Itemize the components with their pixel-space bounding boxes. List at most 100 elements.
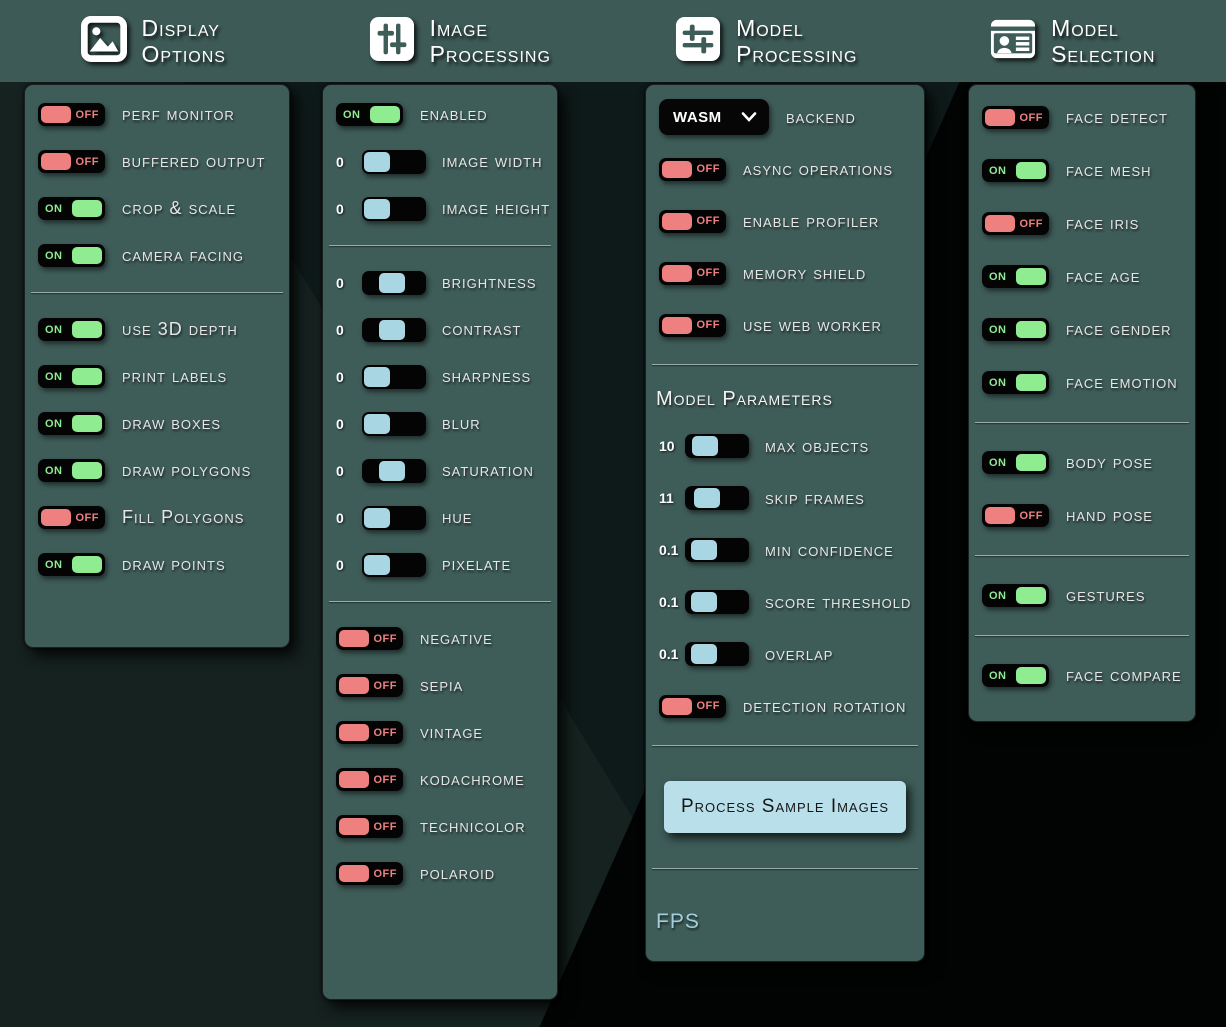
toggle-technicolor[interactable]: OFF (336, 815, 403, 838)
slider-handle[interactable] (364, 367, 390, 387)
toggle-polaroid[interactable]: OFF (336, 862, 403, 885)
toggle-draw-boxes[interactable]: ON (38, 412, 105, 435)
toggle-knob (662, 698, 692, 715)
slider-max-objects[interactable] (685, 434, 749, 458)
toggle-draw-polygons[interactable]: ON (38, 459, 105, 482)
toggle-crop-scale[interactable]: ON (38, 197, 105, 220)
toggle-face-emotion[interactable]: ON (982, 371, 1049, 394)
toggle-state-label: OFF (374, 868, 398, 880)
slider-skip-frames[interactable] (685, 486, 749, 510)
toggle-fill-polygons[interactable]: OFF (38, 506, 105, 529)
toggle-detection-rotation[interactable]: OFF (659, 695, 726, 718)
toggle-state-label: OFF (374, 633, 398, 645)
toggle-buffered-output[interactable]: OFF (38, 150, 105, 173)
toggle-perf-monitor[interactable]: OFF (38, 103, 105, 126)
slider-sharpness[interactable] (362, 365, 426, 389)
toggle-face-age[interactable]: ON (982, 265, 1049, 288)
slider-handle[interactable] (364, 508, 390, 528)
slider-handle[interactable] (364, 199, 390, 219)
toggle-knob (339, 771, 369, 788)
slider-hue[interactable] (362, 506, 426, 530)
toggle-camera-facing[interactable]: ON (38, 244, 105, 267)
slider-overlap[interactable] (685, 642, 749, 666)
row-overlap: 0.1overlap (646, 628, 924, 680)
row-crop-scale: ONcrop & scale (25, 185, 289, 232)
slider-image-width[interactable] (362, 150, 426, 174)
toggle-negative[interactable]: OFF (336, 627, 403, 650)
item-label: enabled (420, 104, 488, 125)
slider-handle[interactable] (691, 592, 717, 612)
toggle-state-label: OFF (697, 215, 721, 227)
item-label: draw polygons (122, 460, 251, 481)
toggle-state-label: ON (989, 377, 1007, 389)
toggle-use-3d-depth[interactable]: ON (38, 318, 105, 341)
toggle-knob (662, 213, 692, 230)
slider-handle[interactable] (379, 273, 405, 293)
slider-pixelate[interactable] (362, 553, 426, 577)
toggle-face-mesh[interactable]: ON (982, 159, 1049, 182)
toggle-use-web-worker[interactable]: OFF (659, 314, 726, 337)
toggle-knob (985, 109, 1015, 126)
toggle-state-label: ON (989, 271, 1007, 283)
toggle-face-compare[interactable]: ON (982, 664, 1049, 687)
slider-brightness[interactable] (362, 271, 426, 295)
toggle-face-iris[interactable]: OFF (982, 212, 1049, 235)
row-saturation: 0saturation (323, 447, 557, 494)
slider-min-confidence[interactable] (685, 538, 749, 562)
item-label: camera facing (122, 245, 244, 266)
item-label: face emotion (1066, 372, 1178, 393)
header-image-processing: ImageProcessing (307, 15, 614, 67)
process-sample-images-button[interactable]: Process Sample Images (664, 781, 906, 833)
toggle-vintage[interactable]: OFF (336, 721, 403, 744)
slider-saturation[interactable] (362, 459, 426, 483)
toggle-draw-points[interactable]: ON (38, 553, 105, 576)
toggle-hand-pose[interactable]: OFF (982, 504, 1049, 527)
row-face-age: ONface age (969, 250, 1195, 303)
item-label: sharpness (442, 366, 531, 387)
toggle-knob (1016, 321, 1046, 338)
toggle-gestures[interactable]: ON (982, 584, 1049, 607)
slider-image-height[interactable] (362, 197, 426, 221)
divider (329, 245, 551, 246)
row-face-detect: OFFface detect (969, 91, 1195, 144)
slider-handle[interactable] (364, 414, 390, 434)
slider-handle[interactable] (379, 320, 405, 340)
slider-handle[interactable] (694, 488, 720, 508)
row-face-iris: OFFface iris (969, 197, 1195, 250)
row-face-compare: ONface compare (969, 649, 1195, 702)
slider-score-threshold[interactable] (685, 590, 749, 614)
slider-handle[interactable] (364, 555, 390, 575)
header-title-line1: Image (430, 15, 551, 41)
slider-handle[interactable] (364, 152, 390, 172)
slider-handle[interactable] (379, 461, 405, 481)
row-draw-boxes: ONdraw boxes (25, 400, 289, 447)
toggle-state-label: OFF (76, 109, 100, 121)
toggle-state-label: ON (989, 165, 1007, 177)
toggle-state-label: ON (45, 371, 63, 383)
slider-contrast[interactable] (362, 318, 426, 342)
toggle-kodachrome[interactable]: OFF (336, 768, 403, 791)
toggle-sepia[interactable]: OFF (336, 674, 403, 697)
item-label: skip frames (765, 488, 865, 509)
item-label: memory shield (743, 263, 866, 284)
header-display-options: DisplayOptions (0, 15, 307, 67)
toggle-async-operations[interactable]: OFF (659, 158, 726, 181)
toggle-face-detect[interactable]: OFF (982, 106, 1049, 129)
slider-blur[interactable] (362, 412, 426, 436)
divider (652, 364, 918, 365)
toggle-body-pose[interactable]: ON (982, 451, 1049, 474)
toggle-knob (1016, 587, 1046, 604)
toggle-enabled[interactable]: ON (336, 103, 403, 126)
toggle-enable-profiler[interactable]: OFF (659, 210, 726, 233)
toggle-print-labels[interactable]: ON (38, 365, 105, 388)
row-sepia: OFFsepia (323, 662, 557, 709)
slider-handle[interactable] (691, 540, 717, 560)
fps-label: FPS (646, 882, 924, 934)
slider-handle[interactable] (692, 436, 718, 456)
backend-select[interactable]: WASM (659, 99, 769, 135)
toggle-face-gender[interactable]: ON (982, 318, 1049, 341)
slider-handle[interactable] (691, 644, 717, 664)
row-print-labels: ONprint labels (25, 353, 289, 400)
item-label: use web worker (743, 315, 882, 336)
toggle-memory-shield[interactable]: OFF (659, 262, 726, 285)
